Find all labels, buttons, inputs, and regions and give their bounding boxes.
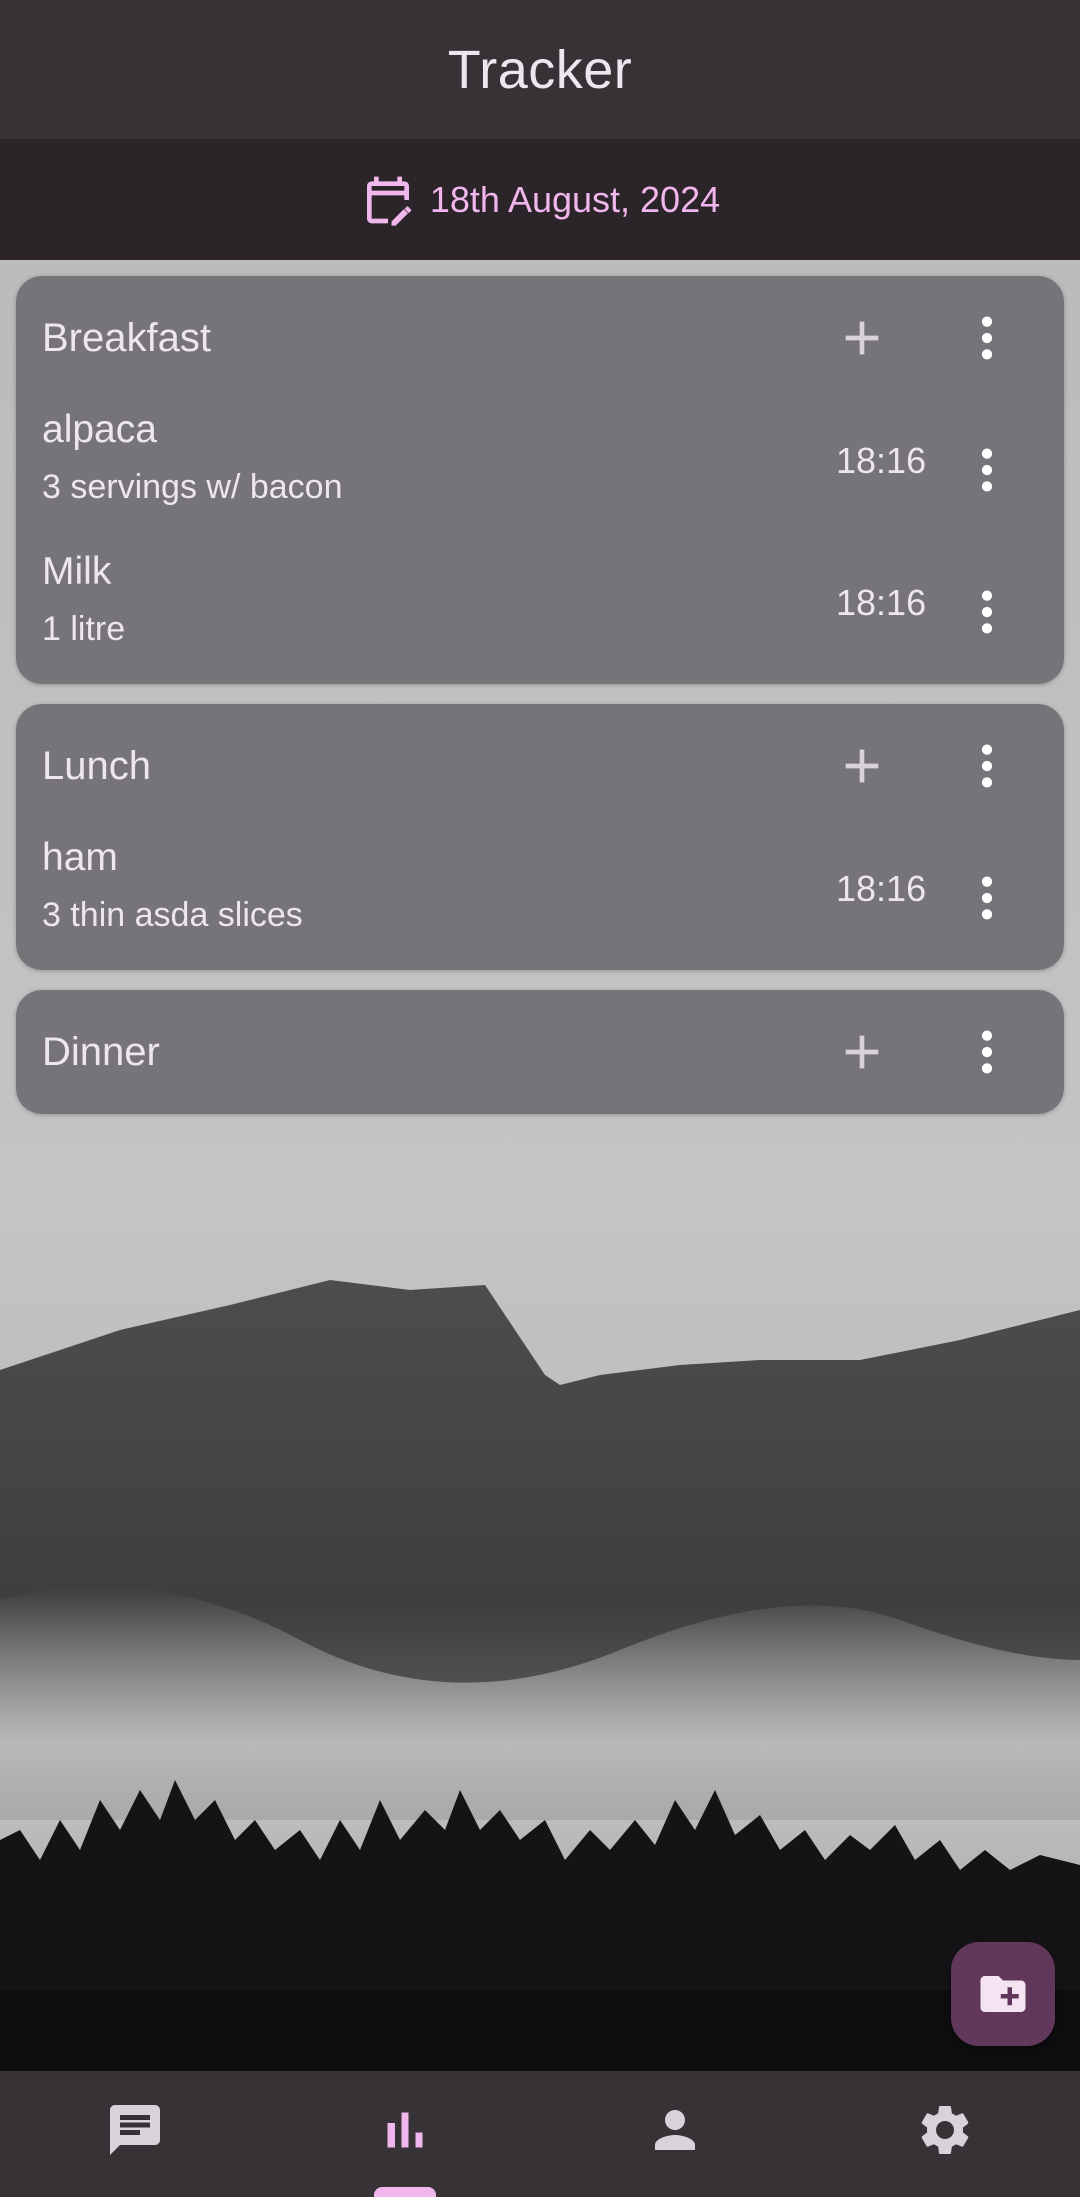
meal-card-header: Lunch [16,704,1064,828]
food-entry[interactable]: alpaca 3 servings w/ bacon 18:16 [16,400,1064,542]
plus-icon [845,321,879,355]
meal-menu-button[interactable] [951,1016,1023,1088]
page-title: Tracker [447,39,633,100]
add-folder-fab[interactable] [951,1942,1055,2046]
bar-chart-icon [387,2112,423,2148]
food-entry[interactable]: ham 3 thin asda slices 18:16 [16,828,1064,970]
more-vertical-icon [981,316,993,360]
date-selector[interactable]: 18th August, 2024 [0,139,1080,260]
nav-item-stats[interactable] [270,2071,540,2197]
add-entry-button[interactable] [826,730,898,802]
entry-time: 18:16 [836,868,927,909]
chat-icon [110,2105,160,2155]
meal-menu-button[interactable] [951,302,1023,374]
meal-list: Breakfast alpaca 3 servings w/ bacon 18:… [16,276,1064,1134]
meal-card-header: Dinner [16,990,1064,1114]
more-vertical-icon [981,590,993,634]
person-icon [655,2110,695,2150]
more-vertical-icon [981,876,993,920]
meal-card-lunch: Lunch ham 3 thin asda slices 18:16 [16,704,1064,970]
entry-detail: 3 servings w/ bacon [42,468,343,506]
meal-card-dinner: Dinner [16,990,1064,1114]
entry-name: alpaca [42,408,157,451]
more-vertical-icon [981,448,993,492]
plus-icon [845,749,879,783]
meal-title: Dinner [42,1029,160,1074]
entry-name: ham [42,836,118,879]
selected-indicator [374,2187,436,2197]
entry-time: 18:16 [836,440,927,481]
entry-menu-button[interactable] [951,576,1023,648]
entry-detail: 3 thin asda slices [42,896,303,934]
nav-item-settings[interactable] [810,2071,1080,2197]
add-entry-button[interactable] [826,1016,898,1088]
add-entry-button[interactable] [826,302,898,374]
date-label: 18th August, 2024 [429,178,721,220]
nav-item-profile[interactable] [540,2071,810,2197]
entry-name: Milk [42,550,112,593]
entry-menu-button[interactable] [951,862,1023,934]
meal-card-breakfast: Breakfast alpaca 3 servings w/ bacon 18:… [16,276,1064,684]
bottom-navigation [0,2071,1080,2197]
app-bar: Tracker [0,0,1080,139]
entry-detail: 1 litre [42,610,126,648]
calendar-edit-icon [366,176,412,226]
gear-icon [921,2106,969,2154]
nav-item-chat[interactable] [0,2071,270,2197]
meal-card-header: Breakfast [16,276,1064,400]
food-entry[interactable]: Milk 1 litre 18:16 [16,542,1064,684]
more-vertical-icon [981,744,993,788]
meal-title: Lunch [42,743,151,788]
meal-title: Breakfast [42,315,211,360]
folder-add-icon [980,1976,1026,2012]
entry-menu-button[interactable] [951,434,1023,506]
meal-menu-button[interactable] [951,730,1023,802]
plus-icon [845,1035,879,1069]
entry-time: 18:16 [836,582,927,623]
more-vertical-icon [981,1030,993,1074]
